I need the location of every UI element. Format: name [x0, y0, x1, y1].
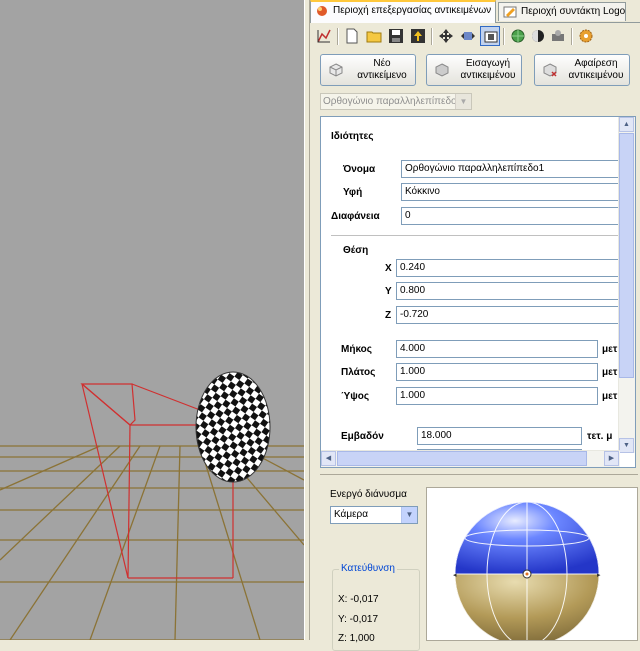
width-unit: μετ	[602, 367, 618, 378]
frame-icon	[484, 31, 498, 43]
properties-panel: Ιδιότητες Όνομα Ορθογώνιο παραλληλεπίπεδ…	[320, 116, 636, 468]
settings-icon	[579, 29, 593, 43]
scroll-down-icon[interactable]: ▼	[619, 438, 634, 453]
opacity-label: Διαφάνεια	[331, 211, 380, 222]
direction-z: Z: 1,000	[338, 633, 375, 644]
remove-object-button[interactable]: Αφαίρεση αντικειμένου	[534, 54, 630, 86]
import-object-label: Εισαγωγή αντικειμένου	[460, 58, 516, 81]
chevron-down-icon: ▼	[401, 507, 417, 523]
properties-heading: Ιδιότητες	[331, 131, 374, 142]
3d-viewport[interactable]	[0, 0, 304, 640]
direction-y: Y: -0,017	[338, 614, 379, 625]
vector-selector-value: Κάμερα	[334, 509, 369, 520]
shade-button[interactable]	[528, 26, 548, 46]
position-label: Θέση	[343, 245, 369, 256]
save-button[interactable]	[386, 26, 406, 46]
open-folder-button[interactable]	[364, 26, 384, 46]
new-document-icon	[346, 28, 358, 44]
scroll-thumb[interactable]	[619, 133, 634, 378]
hscroll-thumb[interactable]	[337, 451, 587, 466]
remove-object-label: Αφαίρεση αντικειμένου	[568, 58, 624, 81]
scroll-left-icon[interactable]: ◀	[321, 451, 336, 466]
scroll-right-icon[interactable]: ▶	[604, 451, 619, 466]
direction-group: Κατεύθυνση X: -0,017 Y: -0,017 Z: 1,000	[332, 563, 420, 651]
direction-sphere: ◂ ▸	[453, 502, 601, 640]
logo-editor-icon	[503, 6, 517, 18]
name-field[interactable]: Ορθογώνιο παραλληλεπίπεδο1	[401, 160, 621, 178]
texture-label: Υφή	[343, 187, 363, 198]
chart-button[interactable]	[314, 26, 334, 46]
new-document-button[interactable]	[342, 26, 362, 46]
svg-text:◂: ◂	[453, 572, 457, 579]
length-label: Μήκος	[341, 344, 372, 355]
tab-logo-editor-label: Περιοχή συντάκτη Logo	[521, 6, 626, 17]
horizontal-scrollbar[interactable]: ◀ ▶	[321, 450, 620, 467]
chevron-down-icon: ▼	[455, 94, 471, 109]
export-icon	[411, 29, 425, 43]
y-field[interactable]: 0.800	[396, 282, 621, 300]
opacity-field[interactable]: 0	[401, 207, 621, 225]
frame-button[interactable]	[480, 26, 500, 46]
height-field[interactable]: 1.000	[396, 387, 598, 405]
direction-x: X: -0,017	[338, 594, 379, 605]
area-unit: τετ. μ	[587, 431, 613, 442]
height-unit: μετ	[602, 391, 618, 402]
z-label: Z	[385, 310, 392, 321]
objects-globe-icon	[317, 6, 327, 16]
import-object-button[interactable]: Εισαγωγή αντικειμένου	[426, 54, 522, 86]
vertical-scrollbar[interactable]: ▲ ▼	[618, 117, 635, 453]
move-icon	[439, 29, 453, 43]
settings-button[interactable]	[576, 26, 596, 46]
object-editor-panel: Περιοχή επεξεργασίας αντικειμένων Περιοχ…	[310, 0, 640, 651]
toolbar	[312, 25, 638, 49]
tab-object-editor[interactable]: Περιοχή επεξεργασίας αντικειμένων	[310, 0, 496, 23]
x-label: X	[385, 263, 392, 274]
area-field[interactable]: 18.000	[417, 427, 582, 445]
width-label: Πλάτος	[341, 367, 376, 378]
texture-field[interactable]: Κόκκινο	[401, 183, 621, 201]
length-unit: μετ	[602, 344, 618, 355]
new-object-button[interactable]: Νέο αντικείμενο	[320, 54, 416, 86]
svg-text:▸: ▸	[597, 572, 601, 579]
active-vector-label: Ενεργό διάνυσμα	[330, 489, 407, 500]
height-label: Ύψος	[341, 391, 370, 402]
camera-button[interactable]	[548, 26, 568, 46]
globe-button[interactable]	[508, 26, 528, 46]
move-button[interactable]	[436, 26, 456, 46]
cube-icon	[329, 63, 343, 77]
direction-sphere-view[interactable]: ◂ ▸	[426, 487, 638, 641]
tab-logo-editor[interactable]: Περιοχή συντάκτη Logo	[498, 2, 626, 21]
length-field[interactable]: 4.000	[396, 340, 598, 358]
cube-import-icon	[435, 63, 449, 77]
direction-title: Κατεύθυνση	[339, 563, 397, 574]
checkered-sphere	[195, 371, 271, 483]
x-field[interactable]: 0.240	[396, 259, 621, 277]
save-icon	[389, 29, 403, 43]
object-selector-value: Ορθογώνιο παραλληλεπίπεδο	[323, 96, 457, 107]
y-label: Y	[385, 286, 392, 297]
vector-panel: Ενεργό διάνυσμα Κάμερα ▼ Κατεύθυνση X: -…	[320, 474, 638, 651]
shade-icon	[532, 30, 544, 42]
floor-grid	[0, 445, 304, 640]
new-object-label: Νέο αντικείμενο	[357, 58, 407, 81]
cube-remove-icon	[543, 63, 557, 77]
width-field[interactable]: 1.000	[396, 363, 598, 381]
scale-icon	[461, 32, 475, 40]
chart-icon	[317, 29, 331, 43]
globe-icon	[511, 29, 525, 43]
scene	[0, 371, 304, 640]
z-field[interactable]: -0.720	[396, 306, 621, 324]
vector-selector[interactable]: Κάμερα ▼	[330, 506, 418, 524]
scroll-up-icon[interactable]: ▲	[619, 117, 634, 132]
object-selector[interactable]: Ορθογώνιο παραλληλεπίπεδο ▼	[320, 93, 472, 110]
export-button[interactable]	[408, 26, 428, 46]
tab-bar: Περιοχή επεξεργασίας αντικειμένων Περιοχ…	[310, 0, 640, 23]
open-folder-icon	[366, 31, 382, 43]
name-label: Όνομα	[343, 164, 376, 175]
area-label: Εμβαδόν	[341, 431, 384, 442]
camera-icon	[552, 30, 564, 41]
scale-button[interactable]	[458, 26, 478, 46]
tab-object-editor-label: Περιοχή επεξεργασίας αντικειμένων	[333, 5, 492, 16]
